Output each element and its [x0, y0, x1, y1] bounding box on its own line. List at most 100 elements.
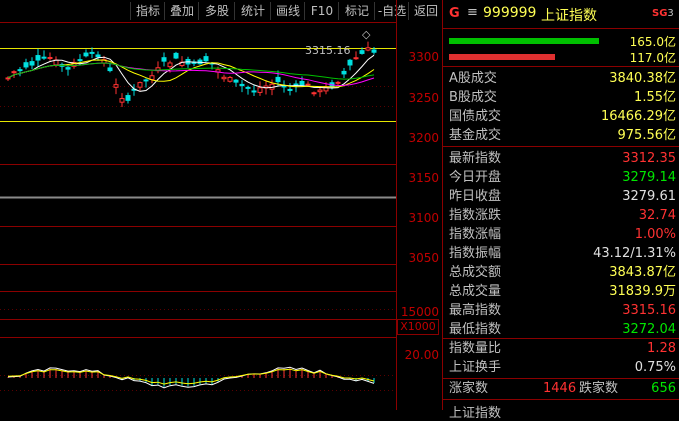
stat-value: 1.00% — [634, 227, 676, 242]
turnover-row: A股成交 3840.38亿 — [443, 69, 679, 88]
stock-code: 999999 — [483, 5, 537, 21]
turnover-label: A股成交 — [449, 71, 497, 86]
stat-value: 3843.87亿 — [609, 265, 676, 280]
g-icon[interactable]: G — [449, 6, 460, 21]
stat-label: 指数涨跌 — [449, 208, 502, 223]
candle-body — [41, 56, 47, 59]
candle-body — [203, 56, 209, 62]
candle-body — [335, 81, 341, 84]
stat-label: 最低指数 — [449, 322, 502, 337]
stat-row: 最高指数 3315.16 — [443, 301, 679, 320]
advancers-value: 1446 — [543, 381, 577, 396]
price-tick: 3100 — [408, 211, 439, 225]
ratio-label: 指数量比 — [449, 341, 502, 356]
turnover-value: 1.55亿 — [634, 90, 676, 105]
decliners-label: 跌家数 — [579, 381, 619, 396]
candle-body — [311, 92, 317, 95]
candle-body — [95, 54, 101, 58]
volume-tick: 15000 — [400, 305, 439, 319]
candle-body — [257, 87, 263, 93]
candle-body — [245, 86, 251, 89]
candle-body — [371, 49, 377, 53]
stat-row: 最低指数 3272.04 — [443, 320, 679, 339]
turnover-label: 国债成交 — [449, 109, 502, 124]
candle-body — [5, 77, 11, 80]
oscillator-line-2 — [7, 368, 375, 385]
candle-body — [137, 82, 143, 88]
kline-chart[interactable]: 指标 叠加 多股 统计 画线 F10 标记 -自选 返回 3315.16 ◇ — [0, 0, 442, 410]
stat-value: 31839.9万 — [609, 284, 676, 299]
quote-panel: G ≡ 999999 上证指数 SG3 165.0亿 117.0亿 A股成交 38… — [442, 0, 679, 421]
candle-body — [167, 62, 173, 68]
price-tick: 3150 — [408, 171, 439, 185]
price-tick: 3200 — [408, 131, 439, 145]
candle-body — [227, 76, 233, 82]
stat-label: 总成交额 — [449, 265, 502, 280]
stat-value: 3312.35 — [622, 151, 676, 166]
stat-value: 3315.16 — [622, 303, 676, 318]
candle-body — [11, 71, 17, 74]
stat-value: 3279.14 — [622, 170, 676, 185]
stock-name: 上证指数 — [541, 8, 597, 24]
turnover-row: 国债成交 16466.29亿 — [443, 107, 679, 126]
stat-row: 今日开盘 3279.14 — [443, 168, 679, 187]
stat-row: 总成交额 3843.87亿 — [443, 263, 679, 282]
turnover-value: 975.56亿 — [617, 128, 677, 143]
candle-body — [17, 69, 23, 72]
down-volume-bar — [449, 54, 556, 60]
advancers-label: 涨家数 — [449, 381, 489, 396]
stat-label: 昨日收盘 — [449, 189, 502, 204]
stat-value: 43.12/1.31% — [593, 246, 676, 261]
ratio-value: 1.28 — [647, 341, 676, 356]
ma10-line — [7, 59, 375, 88]
stat-label: 总成交量 — [449, 284, 502, 299]
candle-body — [143, 79, 149, 82]
stat-value: 3279.61 — [622, 189, 676, 204]
candle-body — [299, 80, 305, 86]
stat-row: 指数涨跌 32.74 — [443, 206, 679, 225]
candle-body — [65, 67, 71, 70]
price-tick: 3250 — [408, 91, 439, 105]
sg-badge[interactable]: SG3 — [652, 8, 674, 19]
candle-body — [287, 88, 293, 91]
turnover-row: 基金成交 975.56亿 — [443, 126, 679, 145]
ma60-line — [7, 62, 375, 80]
turnover-label: 基金成交 — [449, 128, 502, 143]
next-panel-title: 上证指数 — [449, 406, 502, 421]
stat-value: 3272.04 — [622, 322, 676, 337]
candle-body — [149, 75, 155, 80]
oscillator-tick: 20.00 — [404, 348, 439, 362]
ratio-row: 指数量比 1.28 — [443, 339, 679, 358]
price-grid — [0, 22, 396, 338]
candle-body — [233, 79, 239, 83]
ratio-value: 0.75% — [634, 360, 676, 375]
price-tick: 3300 — [408, 50, 439, 64]
oscillator-line-1 — [7, 366, 375, 389]
stat-row: 昨日收盘 3279.61 — [443, 187, 679, 206]
candle-body — [47, 57, 53, 60]
menu-icon[interactable]: ≡ — [467, 5, 478, 20]
high-price-label: 3315.16 — [305, 44, 351, 57]
stat-label: 最高指数 — [449, 303, 502, 318]
chart-canvas — [0, 22, 396, 391]
stat-value: 32.74 — [638, 208, 676, 223]
diamond-icon[interactable]: ◇ — [362, 28, 370, 41]
candle-body — [23, 62, 29, 68]
stat-row: 最新指数 3312.35 — [443, 149, 679, 168]
stat-label: 今日开盘 — [449, 170, 502, 185]
turnover-row: B股成交 1.55亿 — [443, 88, 679, 107]
candle-body — [221, 76, 227, 80]
candle-body — [353, 57, 359, 60]
candle-body — [365, 47, 371, 51]
candle-body — [83, 52, 89, 57]
market-breadth: 涨家数 1446 跌家数 656 — [443, 379, 679, 398]
turnover-label: B股成交 — [449, 90, 497, 105]
stat-row: 总成交量 31839.9万 — [443, 282, 679, 301]
candle-body — [359, 50, 365, 54]
candle-body — [125, 95, 131, 101]
up-volume-value: 165.0亿 — [629, 35, 676, 49]
ratio-label: 上证换手 — [449, 360, 502, 375]
price-axis: 3300 3250 3200 3150 3100 3050 15000 X100… — [396, 0, 443, 410]
dotted-grid — [0, 86, 396, 391]
candle-body — [305, 83, 311, 86]
